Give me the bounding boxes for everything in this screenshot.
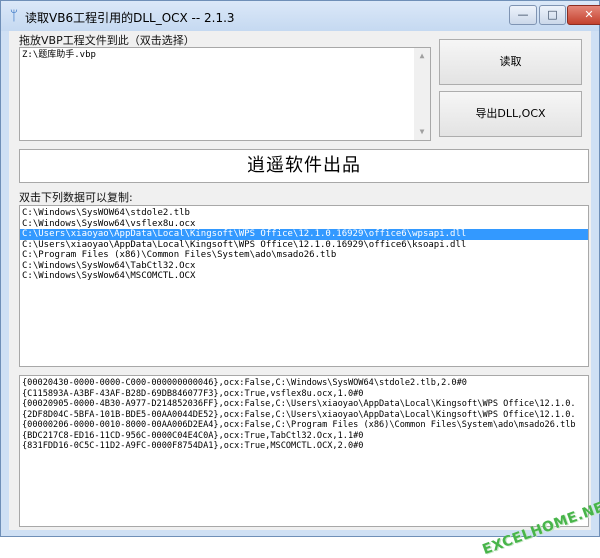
client-area: 拖放VBP工程文件到此（双击选择） Z:\题库助手.vbp ▲ ▼ 读取 导出D… [9,31,600,558]
detail-line: {C115893A-A3BF-43AF-B28D-69DB846077F3},o… [22,388,364,399]
antenna-icon: ᛘ [9,8,19,24]
detail-line: {00000206-0000-0010-8000-00AA006D2EA4},o… [22,420,576,430]
detail-line: {00020905-0000-4B30-A977-D214852036FF},o… [22,399,576,409]
list-item[interactable]: C:\Windows\SysWow64\TabCtl32.Ocx [20,261,588,272]
window-title: 读取VB6工程引用的DLL_OCX -- 2.1.3 [25,11,235,25]
drop-box-scrollbar[interactable]: ▲ ▼ [414,48,430,140]
list-item[interactable]: C:\Windows\SysWOW64\stdole2.tlb [20,208,588,219]
vbp-file-path: Z:\题库助手.vbp [22,50,96,59]
vbp-file-drop-box[interactable]: Z:\题库助手.vbp ▲ ▼ [19,47,431,141]
app-window: ᛘ 读取VB6工程引用的DLL_OCX -- 2.1.3 — □ ✕ 拖放VBP… [0,0,600,558]
list-label: 双击下列数据可以复制: [19,191,133,204]
minimize-button[interactable]: — [509,5,537,25]
list-item[interactable]: C:\Program Files (x86)\Common Files\Syst… [20,250,588,261]
detail-line: {BDC217C8-ED16-11CD-956C-0000C04E4C0A},o… [22,430,364,441]
reference-path-list[interactable]: C:\Windows\SysWOW64\stdole2.tlb C:\Window… [19,205,589,367]
list-item[interactable]: C:\Users\xiaoyao\AppData\Local\Kingsoft\… [20,229,588,240]
scroll-down-icon[interactable]: ▼ [414,124,430,140]
export-dll-ocx-button[interactable]: 导出DLL,OCX [439,91,582,137]
title-bar[interactable]: ᛘ 读取VB6工程引用的DLL_OCX -- 2.1.3 — □ ✕ [1,1,600,31]
detail-line: {831FDD16-0C5C-11D2-A9FC-0000F8754DA1},o… [22,441,364,451]
detail-line: {2DF8D04C-5BFA-101B-BDE5-00AA0044DE52},o… [22,409,576,420]
reference-details-box[interactable]: {00020430-0000-0000-C000-000000000046},o… [19,375,589,527]
read-button[interactable]: 读取 [439,39,582,85]
list-item[interactable]: C:\Windows\SysWow64\MSCOMCTL.OCX [20,271,588,282]
scroll-up-icon[interactable]: ▲ [414,48,430,64]
drop-area-label: 拖放VBP工程文件到此（双击选择） [19,34,195,47]
banner-text: 逍遥软件出品 [19,149,589,183]
list-item[interactable]: C:\Users\xiaoyao\AppData\Local\Kingsoft\… [20,240,588,251]
list-item[interactable]: C:\Windows\SysWow64\vsflex8u.ocx [20,219,588,230]
close-button[interactable]: ✕ [567,5,600,25]
maximize-button[interactable]: □ [539,5,566,25]
detail-line: {00020430-0000-0000-C000-000000000046},o… [22,378,467,388]
